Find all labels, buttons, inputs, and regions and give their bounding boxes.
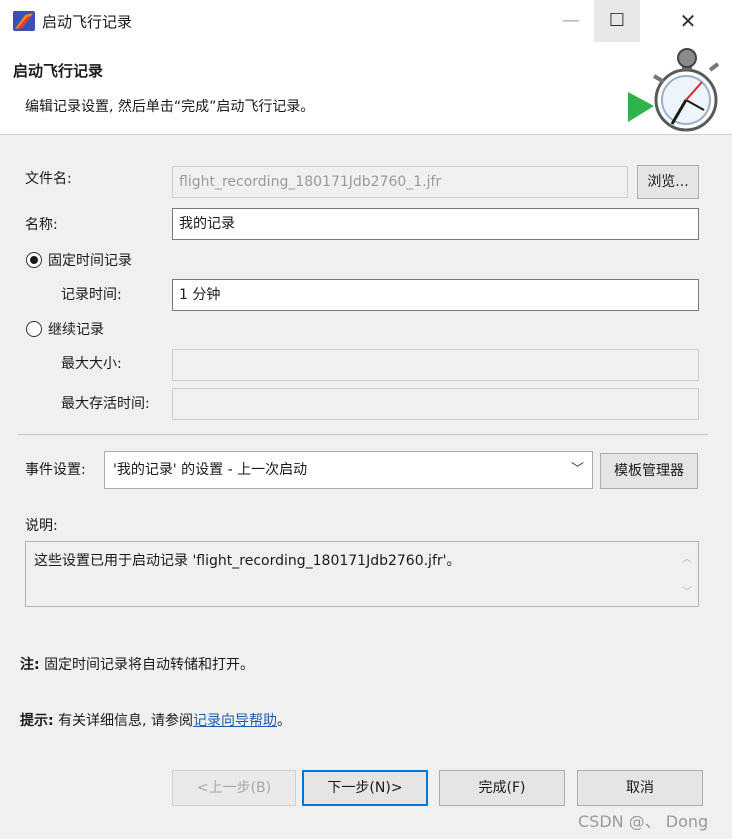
flight-recording-dialog: 启动飞行记录 — ☐ ✕ 启动飞行记录 编辑记录设置, 然后单击“完成”启动飞行… [0, 0, 732, 839]
title-bar: 启动飞行记录 — ☐ ✕ [0, 0, 732, 42]
divider [18, 434, 708, 435]
name-field[interactable]: 我的记录 [172, 208, 699, 240]
wizard-help-link[interactable]: 记录向导帮助 [193, 713, 277, 729]
continuous-radio-label[interactable]: 继续记录 [48, 319, 104, 339]
description-label: 说明: [25, 518, 58, 534]
cancel-button[interactable]: 取消 [577, 770, 703, 806]
filename-field[interactable]: flight_recording_180171Jdb2760_1.jfr [172, 166, 628, 198]
next-button[interactable]: 下一步(N)> [302, 770, 428, 806]
watermark: CSDN @、 Dong [578, 812, 709, 831]
event-settings-label: 事件设置: [25, 462, 86, 478]
radio-selected-dot [30, 256, 38, 264]
name-label: 名称: [25, 217, 58, 233]
tip-line: 提示: 有关详细信息, 请参阅记录向导帮助。 [20, 710, 291, 730]
maximize-button[interactable]: ☐ [594, 0, 640, 42]
wizard-header: 启动飞行记录 编辑记录设置, 然后单击“完成”启动飞行记录。 [0, 42, 732, 135]
scroll-down-icon[interactable]: ﹀ [682, 583, 692, 598]
max-age-label: 最大存活时间: [61, 396, 150, 412]
scroll-up-icon[interactable]: ︿ [682, 550, 692, 565]
max-size-label: 最大大小: [61, 356, 122, 372]
template-manager-button[interactable]: 模板管理器 [600, 453, 698, 489]
page-title: 启动飞行记录 [13, 62, 104, 80]
note-prefix: 注: [20, 657, 40, 673]
max-size-field[interactable] [172, 349, 699, 381]
duration-label: 记录时间: [61, 287, 122, 303]
duration-field[interactable]: 1 分钟 [172, 279, 699, 311]
note-line: 注: 固定时间记录将自动转储和打开。 [20, 654, 254, 674]
event-settings-select[interactable]: '我的记录' 的设置 - 上一次启动 ﹀ [104, 451, 593, 489]
description-text: 这些设置已用于启动记录 'flight_recording_180171Jdb2… [34, 553, 461, 569]
stopwatch-icon [628, 48, 720, 132]
event-settings-selected-value: '我的记录' 的设置 - 上一次启动 [113, 462, 308, 478]
tip-end: 。 [276, 713, 291, 729]
chevron-down-icon: ﹀ [570, 462, 584, 477]
description-textarea[interactable]: 这些设置已用于启动记录 'flight_recording_180171Jdb2… [25, 541, 699, 607]
back-button[interactable]: <上一步(B) [172, 770, 296, 806]
max-age-field[interactable] [172, 388, 699, 420]
note-text: 固定时间记录将自动转储和打开。 [44, 657, 255, 673]
minimize-button[interactable]: — [548, 0, 594, 42]
browse-button[interactable]: 浏览... [637, 165, 699, 199]
filename-label: 文件名: [25, 171, 72, 187]
fixed-time-radio[interactable] [26, 252, 42, 268]
close-button[interactable]: ✕ [665, 0, 711, 42]
page-description: 编辑记录设置, 然后单击“完成”启动飞行记录。 [25, 99, 315, 115]
window-title: 启动飞行记录 [42, 13, 133, 31]
tip-prefix: 提示: [20, 713, 54, 729]
fixed-time-radio-label[interactable]: 固定时间记录 [48, 250, 132, 270]
finish-button[interactable]: 完成(F) [439, 770, 565, 806]
continuous-radio[interactable] [26, 321, 42, 337]
tip-text: 有关详细信息, 请参阅 [58, 713, 193, 729]
app-icon [13, 11, 35, 31]
